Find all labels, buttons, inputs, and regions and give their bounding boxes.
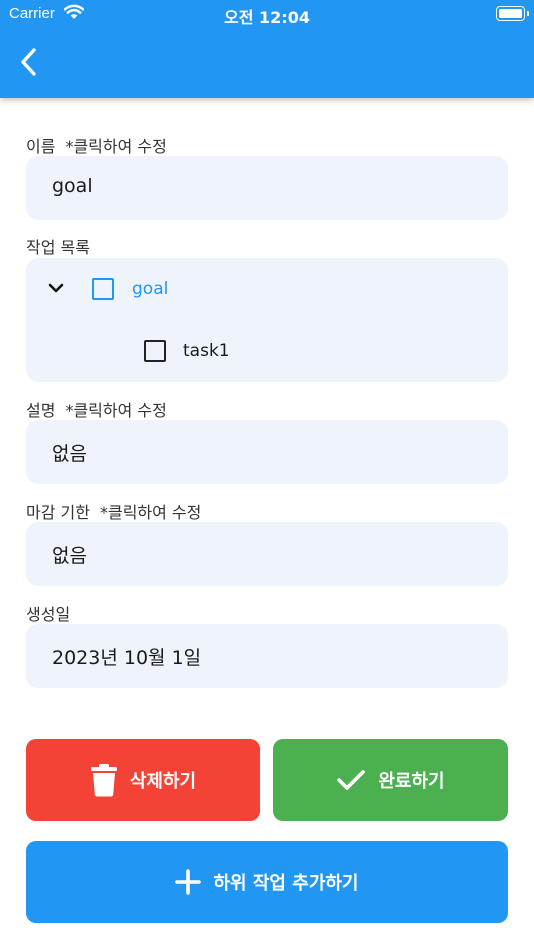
description-label-text: 설명 xyxy=(26,401,56,420)
delete-button[interactable]: 삭제하기 xyxy=(26,739,260,821)
task-list-label: 작업 목록 xyxy=(26,238,90,257)
root-task-label[interactable]: goal xyxy=(132,279,168,299)
deadline-value: 없음 xyxy=(52,545,87,567)
description-value: 없음 xyxy=(52,443,87,465)
name-edit-hint: *클릭하여 수정 xyxy=(65,137,167,156)
status-time: 오전 12:04 xyxy=(224,8,310,27)
created-value: 2023년 10월 1일 xyxy=(52,647,202,669)
battery-icon xyxy=(496,6,529,21)
chevron-down-icon xyxy=(48,283,64,293)
subtask-label[interactable]: task1 xyxy=(183,341,230,361)
plus-icon xyxy=(175,869,202,895)
name-value: goal xyxy=(52,175,93,197)
deadline-field[interactable]: 없음 xyxy=(26,522,508,586)
root-task-checkbox[interactable] xyxy=(92,278,114,300)
description-field[interactable]: 없음 xyxy=(26,420,508,484)
description-edit-hint: *클릭하여 수정 xyxy=(65,401,167,420)
description-label: 설명 *클릭하여 수정 xyxy=(26,397,167,421)
app-bar: Carrier 오전 12:04 xyxy=(0,0,534,98)
deadline-label-text: 마감 기한 xyxy=(26,503,90,522)
name-label-text: 이름 xyxy=(26,137,56,156)
subtask-checkbox[interactable] xyxy=(144,340,166,362)
check-icon xyxy=(337,770,366,790)
deadline-edit-hint: *클릭하여 수정 xyxy=(99,503,202,522)
expand-toggle[interactable] xyxy=(44,278,68,298)
back-button[interactable] xyxy=(14,44,46,80)
name-field[interactable]: goal xyxy=(26,156,508,220)
status-bar: Carrier 오전 12:04 xyxy=(0,0,534,28)
chevron-left-icon xyxy=(21,48,36,76)
add-subtask-button[interactable]: 하위 작업 추가하기 xyxy=(26,841,508,923)
task-tree: goal task1 xyxy=(26,258,508,382)
complete-button[interactable]: 완료하기 xyxy=(273,739,508,821)
delete-button-label: 삭제하기 xyxy=(129,771,197,792)
deadline-label: 마감 기한 *클릭하여 수정 xyxy=(26,499,201,523)
created-label: 생성일 xyxy=(26,605,71,624)
name-label: 이름 *클릭하여 수정 xyxy=(26,133,167,157)
created-field: 2023년 10월 1일 xyxy=(26,624,508,688)
add-subtask-button-label: 하위 작업 추가하기 xyxy=(213,873,359,894)
trash-icon xyxy=(90,764,117,797)
complete-button-label: 완료하기 xyxy=(378,771,445,792)
